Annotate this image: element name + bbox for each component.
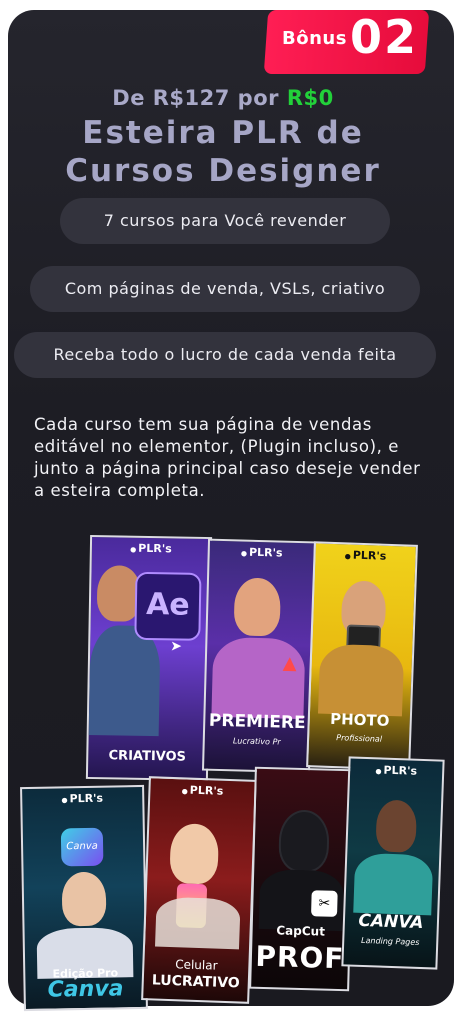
page-title: Esteira PLR de Cursos Designer xyxy=(0,114,446,190)
cover-after-effects-title: CRIATIVOS xyxy=(108,748,187,765)
cover-after-effects: ● PLR's Ae ➤ CRIATIVOS xyxy=(85,534,213,782)
capcut-icon: ✂ xyxy=(311,890,338,917)
cover-logo: ● PLR's xyxy=(130,541,172,556)
cover-capcut-title: PROF xyxy=(255,939,345,976)
cover-photo: ● PLR's PHOTO Profissional xyxy=(306,541,418,771)
cover-logo: ● PLR's xyxy=(375,763,418,778)
after-effects-icon: Ae xyxy=(134,571,202,641)
cover-logo: ● PLR's xyxy=(61,791,104,806)
cursor-icon: ➤ xyxy=(170,638,183,655)
bonus-badge-label: Bônus xyxy=(282,28,347,49)
cover-canva-landing: ● PLR's CANVA Landing Pages xyxy=(341,756,445,970)
bonus-badge-number: 02 xyxy=(350,10,419,64)
price-from: De R$127 por xyxy=(112,86,279,110)
cover-canva-landing-sub: Landing Pages xyxy=(360,935,420,947)
rocket-icon: ▲ xyxy=(282,652,297,674)
cover-celular-title: Celular xyxy=(174,957,218,973)
price-to: R$0 xyxy=(286,86,334,110)
cover-canva-landing-brand: CANVA xyxy=(358,910,424,934)
cover-capcut: ✂ CapCut PROF xyxy=(249,766,355,992)
feature-pill-pages: Com páginas de venda, VSLs, criativo xyxy=(30,266,420,312)
cover-logo: ● PLR's xyxy=(240,545,283,560)
feature-pill-profit: Receba todo o lucro de cada venda feita xyxy=(14,332,436,378)
title-line-1: Esteira PLR de xyxy=(82,115,364,151)
cover-photo-sub: Profissional xyxy=(336,733,383,744)
cover-canva-pro-brand: Canva xyxy=(47,976,124,1003)
cover-celular-sub: LUCRATIVO xyxy=(151,972,240,992)
cover-photo-title: PHOTO xyxy=(329,709,390,730)
cover-logo: ● PLR's xyxy=(181,783,224,798)
price-line: De R$127 por R$0 xyxy=(0,86,446,110)
cover-premiere-sub: Lucrativo Pr xyxy=(232,736,281,747)
feature-pill-courses: 7 cursos para Você revender xyxy=(60,198,390,244)
cover-premiere: ● PLR's ▲ PREMIERE Lucrativo Pr xyxy=(201,538,317,774)
cover-premiere-title: PREMIERE xyxy=(208,710,306,734)
canva-icon: Canva xyxy=(60,827,104,867)
cover-logo: ● PLR's xyxy=(344,548,387,563)
description-text: Cada curso tem sua página de vendas edit… xyxy=(34,415,421,500)
title-line-2: Cursos Designer xyxy=(65,153,381,189)
cover-canva-pro: ● PLR's Canva Edição Pro Canva xyxy=(20,784,148,1012)
cover-capcut-brand: CapCut xyxy=(276,923,326,939)
cover-celular: ● PLR's Celular LUCRATIVO xyxy=(141,776,257,1004)
